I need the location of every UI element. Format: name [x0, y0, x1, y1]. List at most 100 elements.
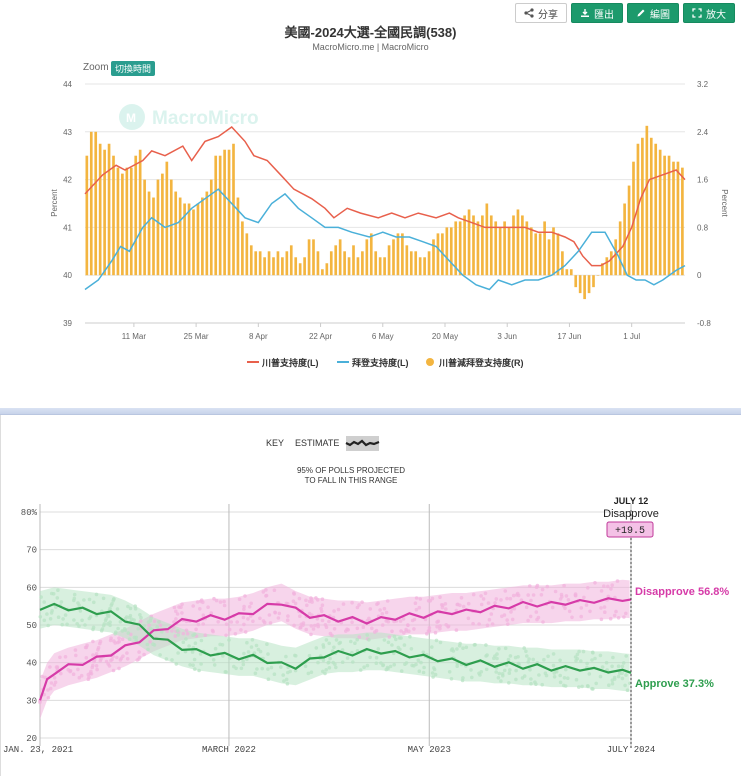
- approve-poll-dot: [365, 663, 370, 668]
- approve-poll-dot: [461, 646, 465, 650]
- disapprove-poll-dot: [111, 668, 116, 673]
- approve-poll-dot: [494, 670, 499, 674]
- right-tick-label: 2.4: [697, 128, 709, 137]
- disapprove-poll-dot: [251, 619, 255, 624]
- key-label: KEY: [266, 438, 284, 448]
- approve-poll-dot: [333, 662, 337, 666]
- approve-poll-dot: [279, 665, 283, 669]
- spread-bar: [405, 245, 409, 276]
- macromicro-watermark: M MacroMicro: [119, 104, 259, 130]
- disapprove-poll-dot: [158, 623, 163, 628]
- spread-bar: [223, 149, 226, 276]
- disapprove-poll-dot: [109, 658, 113, 663]
- x-tick-label: 22 Apr: [309, 332, 332, 341]
- approve-poll-dot: [430, 645, 434, 649]
- disapprove-poll-dot: [524, 605, 529, 609]
- approve-poll-dot: [351, 660, 355, 664]
- disapprove-poll-dot: [52, 676, 57, 680]
- approve-poll-dot: [388, 664, 393, 669]
- approve-poll-dot: [65, 622, 69, 627]
- spread-bar: [645, 125, 649, 276]
- spread-bar: [458, 221, 462, 276]
- approve-poll-dot: [72, 618, 76, 622]
- approve-poll-dot: [92, 600, 96, 605]
- disapprove-poll-dot: [355, 626, 360, 631]
- approve-poll-dot: [416, 658, 421, 662]
- disapprove-poll-dot: [309, 632, 313, 637]
- approve-poll-dot: [358, 668, 363, 672]
- spread-bar: [543, 221, 546, 276]
- spread-bar: [489, 215, 493, 276]
- approve-poll-dot: [598, 653, 603, 658]
- approve-poll-dot: [345, 656, 350, 660]
- bottom-y-tick-label: 40: [26, 659, 37, 669]
- approve-poll-dot: [114, 630, 118, 634]
- approve-poll-dot: [187, 644, 191, 648]
- approve-poll-dot: [449, 648, 454, 652]
- disapprove-poll-dot: [137, 657, 141, 661]
- disapprove-poll-dot: [378, 608, 382, 612]
- approve-poll-dot: [374, 655, 379, 660]
- disapprove-poll-dot: [616, 616, 621, 620]
- disapprove-poll-dot: [99, 657, 103, 661]
- disapprove-poll-dot: [38, 700, 42, 704]
- disapprove-poll-dot: [487, 617, 492, 622]
- approve-poll-dot: [321, 669, 325, 674]
- disapprove-poll-dot: [276, 616, 281, 620]
- approve-poll-dot: [324, 638, 329, 642]
- disapprove-poll-dot: [526, 593, 530, 597]
- disapprove-poll-dot: [570, 615, 574, 620]
- approve-poll-dot: [176, 633, 180, 637]
- spread-bar: [138, 149, 142, 276]
- approve-poll-dot: [281, 673, 286, 677]
- disapprove-poll-dot: [86, 672, 91, 677]
- approve-poll-dot: [537, 673, 541, 677]
- spread-bar: [672, 161, 675, 276]
- x-tick-label: 11 Mar: [122, 332, 147, 341]
- approve-poll-dot: [120, 629, 125, 633]
- spread-bar: [445, 227, 449, 276]
- disapprove-poll-dot: [444, 607, 448, 611]
- approve-poll-dot: [484, 643, 488, 647]
- approve-poll-dot: [284, 654, 288, 659]
- approve-poll-dot: [42, 618, 47, 623]
- spread-bar: [387, 245, 391, 276]
- estimate-label: ESTIMATE: [295, 438, 339, 448]
- disapprove-poll-dot: [479, 602, 484, 607]
- disapprove-poll-dot: [198, 607, 202, 611]
- spread-bar: [418, 257, 422, 276]
- disapprove-poll-dot: [430, 596, 435, 601]
- approve-poll-dot: [78, 609, 83, 613]
- spread-bar: [467, 209, 471, 276]
- approve-poll-dot: [61, 617, 65, 621]
- x-tick-label: 8 Apr: [249, 332, 268, 341]
- disapprove-poll-dot: [535, 617, 539, 622]
- disapprove-poll-dot: [229, 620, 234, 624]
- approve-poll-dot: [513, 655, 518, 660]
- disapprove-poll-dot: [243, 594, 247, 598]
- spread-bar: [121, 173, 124, 276]
- disapprove-poll-dot: [203, 633, 208, 637]
- bottom-chart-panel: KEY ESTIMATE 95% OF POLLS PROJECTED TO F…: [0, 415, 741, 776]
- disapprove-poll-dot: [380, 612, 385, 616]
- approve-poll-dot: [87, 597, 92, 602]
- disapprove-poll-dot: [610, 583, 614, 587]
- disapprove-poll-dot: [125, 657, 130, 661]
- disapprove-poll-dot: [174, 617, 178, 621]
- spread-bar: [507, 227, 511, 276]
- disapprove-poll-dot: [459, 596, 464, 600]
- approve-poll-dot: [500, 672, 505, 676]
- spread-bar: [187, 203, 191, 276]
- disapprove-poll-dot: [261, 590, 266, 594]
- disapprove-poll-dot: [77, 675, 82, 680]
- spread-bar: [609, 251, 613, 276]
- approve-poll-dot: [221, 654, 225, 658]
- approve-poll-dot: [164, 657, 169, 661]
- approve-poll-dot: [188, 663, 192, 667]
- disapprove-poll-dot: [418, 597, 423, 601]
- approve-poll-dot: [48, 617, 53, 621]
- disapprove-poll-dot: [433, 630, 438, 635]
- disapprove-poll-dot: [63, 655, 68, 659]
- approve-poll-dot: [508, 668, 512, 672]
- approve-poll-dot: [421, 650, 426, 655]
